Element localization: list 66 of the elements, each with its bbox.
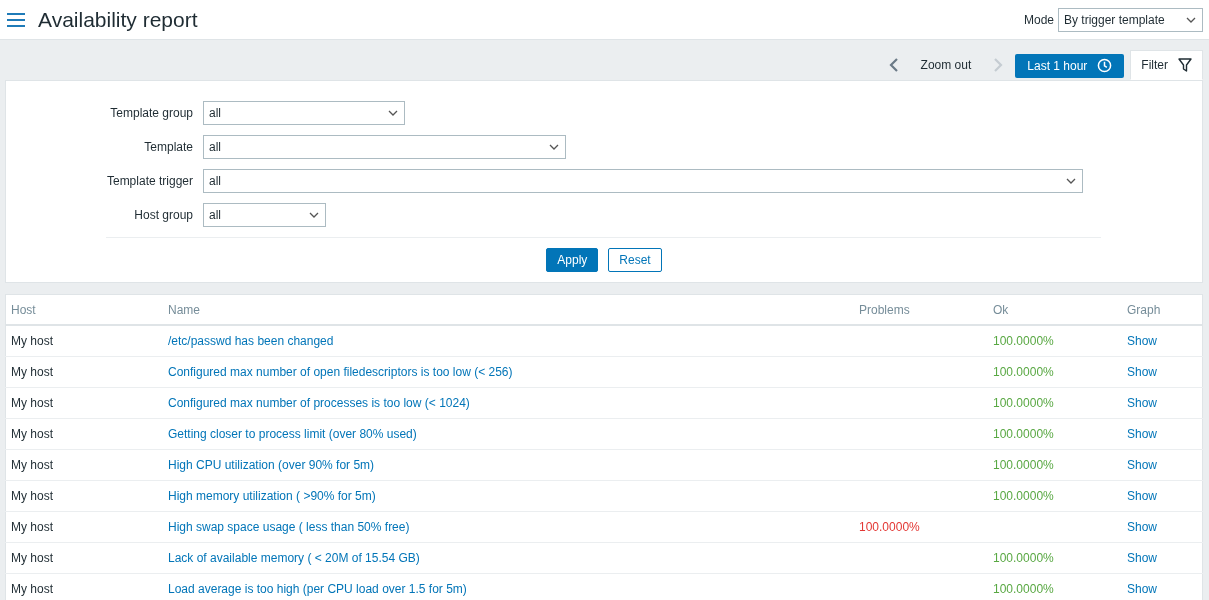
ok-cell: 100.0000% — [993, 458, 1054, 472]
trigger-link[interactable]: Getting closer to process limit (over 80% used) — [168, 427, 417, 441]
mode-label: Mode — [1023, 12, 1054, 27]
column-header: Host — [5, 294, 163, 325]
trigger-link[interactable]: Lack of available memory ( < 20M of 15.54 GB) — [168, 551, 420, 565]
zoom-out-button[interactable]: Zoom out — [908, 58, 984, 72]
show-graph-link[interactable]: Show — [1127, 365, 1158, 379]
column-header: Ok — [988, 294, 1122, 325]
trigger-link[interactable]: High CPU utilization (over 90% for 5m) — [168, 458, 375, 472]
chevron-down-icon — [1066, 178, 1076, 184]
ok-cell: 100.0000% — [993, 582, 1054, 596]
host-cell: My host — [11, 334, 53, 348]
mode-select[interactable]: By trigger template — [1058, 7, 1203, 32]
ok-cell: 100.0000% — [993, 365, 1054, 379]
select-field[interactable]: all — [203, 169, 1083, 193]
trigger-link[interactable]: /etc/passwd has been changed — [168, 334, 334, 348]
show-graph-link[interactable]: Show — [1127, 582, 1158, 596]
trigger-link[interactable]: Load average is too high (per CPU load over 1.5 for 5m) — [168, 582, 467, 596]
field-label: Template trigger — [105, 174, 194, 188]
host-cell: My host — [11, 551, 53, 565]
show-graph-link[interactable]: Show — [1127, 458, 1158, 472]
column-header: Problems — [854, 294, 988, 325]
host-cell: My host — [11, 582, 53, 596]
field-label: Template — [143, 140, 194, 154]
chevron-down-icon — [388, 110, 398, 116]
chevron-down-icon — [549, 144, 559, 150]
trigger-link[interactable]: Configured max number of open filedescriptors is too low (< 256) — [168, 365, 513, 379]
ok-cell: 100.0000% — [993, 489, 1054, 503]
ok-cell: 100.0000% — [993, 334, 1054, 348]
chevron-left-icon[interactable] — [888, 57, 899, 73]
column-header: Name — [163, 294, 854, 325]
column-header: Graph — [1122, 294, 1203, 325]
filter-tab[interactable]: Filter — [1130, 50, 1203, 80]
show-graph-link[interactable]: Show — [1127, 396, 1158, 410]
ok-cell: 100.0000% — [993, 396, 1054, 410]
show-graph-link[interactable]: Show — [1127, 489, 1158, 503]
host-cell: My host — [11, 427, 53, 441]
field-label: Template group — [109, 106, 194, 120]
select-field[interactable]: all — [203, 203, 326, 227]
trigger-link[interactable]: High memory utilization ( >90% for 5m) — [168, 489, 376, 503]
select-field[interactable]: all — [203, 101, 405, 125]
problems-cell: 100.0000% — [859, 520, 920, 534]
apply-button[interactable]: Apply — [546, 248, 599, 272]
menu-icon[interactable] — [7, 12, 25, 27]
chevron-down-icon — [309, 212, 319, 218]
trigger-link[interactable]: High swap space usage ( less than 50% free) — [168, 520, 410, 534]
time-range-button[interactable]: Last 1 hour — [1015, 53, 1125, 78]
show-graph-link[interactable]: Show — [1127, 334, 1158, 348]
show-graph-link[interactable]: Show — [1127, 551, 1158, 565]
ok-cell: 100.0000% — [993, 427, 1054, 441]
host-cell: My host — [11, 520, 53, 534]
clock-icon — [1097, 58, 1113, 73]
reset-button[interactable]: Reset — [608, 248, 662, 272]
host-cell: My host — [11, 396, 53, 410]
page-title: Availability report — [38, 7, 198, 32]
host-cell: My host — [11, 365, 53, 379]
field-label: Host group — [133, 208, 194, 222]
host-cell: My host — [11, 458, 53, 472]
show-graph-link[interactable]: Show — [1127, 520, 1158, 534]
show-graph-link[interactable]: Show — [1127, 427, 1158, 441]
trigger-link[interactable]: Configured max number of processes is too low (< 1024) — [168, 396, 470, 410]
ok-cell: 100.0000% — [993, 551, 1054, 565]
chevron-down-icon — [1186, 16, 1196, 23]
host-cell: My host — [11, 489, 53, 503]
select-field[interactable]: all — [203, 135, 566, 159]
funnel-icon — [1178, 58, 1192, 72]
